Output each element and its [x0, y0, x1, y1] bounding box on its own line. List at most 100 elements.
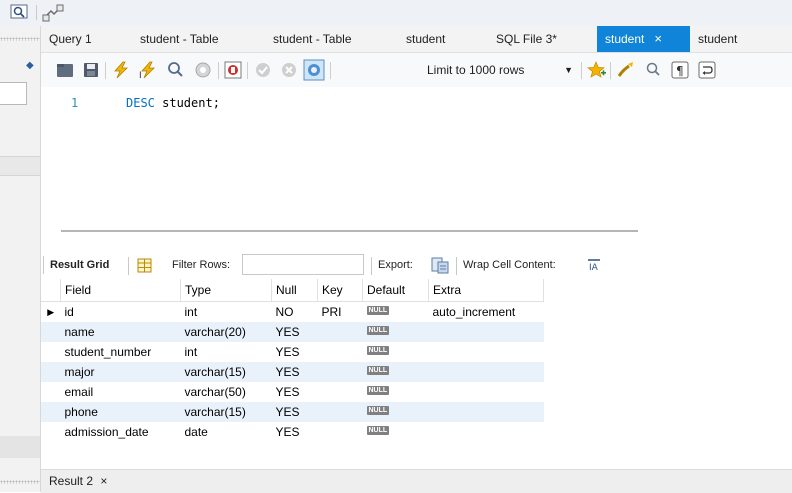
cell-field[interactable]: name [60, 322, 181, 342]
find-icon[interactable] [644, 61, 662, 79]
cell-field[interactable]: id [61, 302, 181, 323]
sql-search-icon[interactable] [10, 3, 32, 24]
grid-view-icon[interactable] [137, 258, 152, 276]
cell-extra[interactable] [428, 402, 544, 422]
column-header-default[interactable]: Default [362, 279, 429, 302]
add-snippet-star-icon[interactable] [587, 61, 606, 79]
cell-key[interactable]: PRI [318, 302, 363, 323]
commit-icon[interactable] [254, 61, 272, 79]
cell-key[interactable] [318, 342, 363, 362]
cell-null[interactable]: YES [272, 382, 318, 402]
cell-default[interactable]: NULL [362, 362, 429, 382]
column-header-null[interactable]: Null [271, 279, 318, 302]
cell-key[interactable] [317, 402, 363, 422]
cell-extra[interactable] [428, 362, 544, 382]
table-row[interactable]: ▶ id int NO PRI NULL auto_increment [41, 302, 544, 323]
explain-magnifier-icon[interactable] [166, 61, 184, 79]
cell-default[interactable]: NULL [363, 342, 429, 362]
table-row[interactable]: phone varchar(15) YES NULL [41, 402, 544, 422]
cell-null[interactable]: YES [271, 362, 318, 382]
close-tab-icon[interactable]: × [100, 474, 107, 488]
cell-extra[interactable]: auto_increment [429, 302, 544, 323]
filter-rows-input[interactable] [242, 254, 364, 275]
save-icon[interactable] [82, 61, 100, 79]
tab-student-table-2[interactable]: student - Table [265, 26, 360, 52]
execute-cursor-icon[interactable]: I [139, 61, 157, 81]
stop-icon[interactable] [194, 61, 212, 79]
cell-key[interactable] [317, 322, 363, 342]
cell-field[interactable]: email [61, 382, 181, 402]
tab-result-2[interactable]: Result 2 × [49, 474, 107, 488]
cell-key[interactable] [318, 422, 363, 442]
result-tab-bar: Result 2 × [41, 469, 792, 493]
cell-default[interactable]: NULL [363, 382, 429, 402]
cell-extra[interactable] [428, 322, 544, 342]
close-tab-icon[interactable]: × [654, 31, 662, 46]
cell-type[interactable]: int [181, 342, 272, 362]
cell-extra[interactable] [429, 422, 544, 442]
cell-null[interactable]: NO [272, 302, 318, 323]
wrap-icon[interactable] [698, 61, 716, 79]
tab-student-1[interactable]: student [398, 26, 453, 52]
null-badge: NULL [366, 346, 390, 355]
schema-filter-input[interactable] [0, 82, 27, 105]
invisible-chars-icon[interactable]: ¶ [671, 61, 689, 79]
table-row[interactable]: student_number int YES NULL [41, 342, 544, 362]
cell-default[interactable]: NULL [363, 422, 429, 442]
cell-type[interactable]: varchar(15) [180, 362, 272, 382]
limit-rows-select[interactable]: Limit to 1000 rows ▼ [419, 60, 577, 80]
panel-tab[interactable] [0, 436, 40, 458]
rollback-icon[interactable] [280, 61, 298, 79]
table-row[interactable]: name varchar(20) YES NULL [41, 322, 544, 342]
toggle-error-icon[interactable] [224, 61, 242, 79]
cell-type[interactable]: varchar(15) [180, 402, 272, 422]
reconnect-icon[interactable] [42, 3, 66, 26]
beautify-brush-icon[interactable] [617, 61, 635, 79]
table-row[interactable]: email varchar(50) YES NULL [41, 382, 544, 402]
cell-field[interactable]: admission_date [61, 422, 181, 442]
cell-type[interactable]: varchar(50) [181, 382, 272, 402]
column-header-extra[interactable]: Extra [428, 279, 544, 302]
tab-query-1[interactable]: Query 1 [41, 26, 100, 52]
cell-default[interactable]: NULL [362, 322, 429, 342]
tab-student-active[interactable]: student × [597, 26, 690, 52]
cell-field[interactable]: student_number [61, 342, 181, 362]
result-grid[interactable]: Field Type Null Key Default Extra ▶ id i… [41, 279, 544, 442]
cell-null[interactable]: YES [271, 402, 318, 422]
open-folder-icon[interactable] [56, 61, 74, 79]
cell-default[interactable]: NULL [362, 402, 429, 422]
cell-extra[interactable] [429, 342, 544, 362]
cell-extra[interactable] [429, 382, 544, 402]
cell-null[interactable]: YES [272, 342, 318, 362]
result-grid-button[interactable]: Result Grid [50, 259, 109, 271]
table-row[interactable]: major varchar(15) YES NULL [41, 362, 544, 382]
column-header-field[interactable]: Field [60, 279, 181, 302]
sql-editor[interactable]: 1 DESC student; [41, 87, 792, 233]
panel-grip[interactable] [0, 37, 40, 41]
cell-default[interactable]: NULL [363, 302, 429, 323]
cell-type[interactable]: int [181, 302, 272, 323]
tab-student-2[interactable]: student [690, 26, 745, 52]
autocommit-icon[interactable] [303, 59, 325, 81]
cell-field[interactable]: major [60, 362, 181, 382]
export-icon[interactable] [431, 257, 449, 277]
cell-field[interactable]: phone [60, 402, 181, 422]
cell-key[interactable] [318, 382, 363, 402]
wrap-cell-icon[interactable]: IA [587, 258, 601, 275]
cell-null[interactable]: YES [272, 422, 318, 442]
cell-type[interactable]: date [181, 422, 272, 442]
arrows-icon[interactable]: ◆ [26, 60, 34, 71]
tab-student-table-1[interactable]: student - Table [132, 26, 227, 52]
sql-statement[interactable]: DESC student; [126, 96, 220, 110]
panel-grip-bottom[interactable] [0, 480, 40, 484]
table-row[interactable]: admission_date date YES NULL [41, 422, 544, 442]
execute-lightning-icon[interactable] [112, 61, 130, 79]
tab-label: student - Table [273, 32, 352, 46]
column-header-key[interactable]: Key [317, 279, 363, 302]
cell-type[interactable]: varchar(20) [180, 322, 272, 342]
cell-key[interactable] [317, 362, 363, 382]
column-header-type[interactable]: Type [180, 279, 272, 302]
cell-null[interactable]: YES [271, 322, 318, 342]
tab-sql-file-3[interactable]: SQL File 3* [488, 26, 565, 52]
horizontal-scrollbar[interactable] [61, 230, 638, 232]
